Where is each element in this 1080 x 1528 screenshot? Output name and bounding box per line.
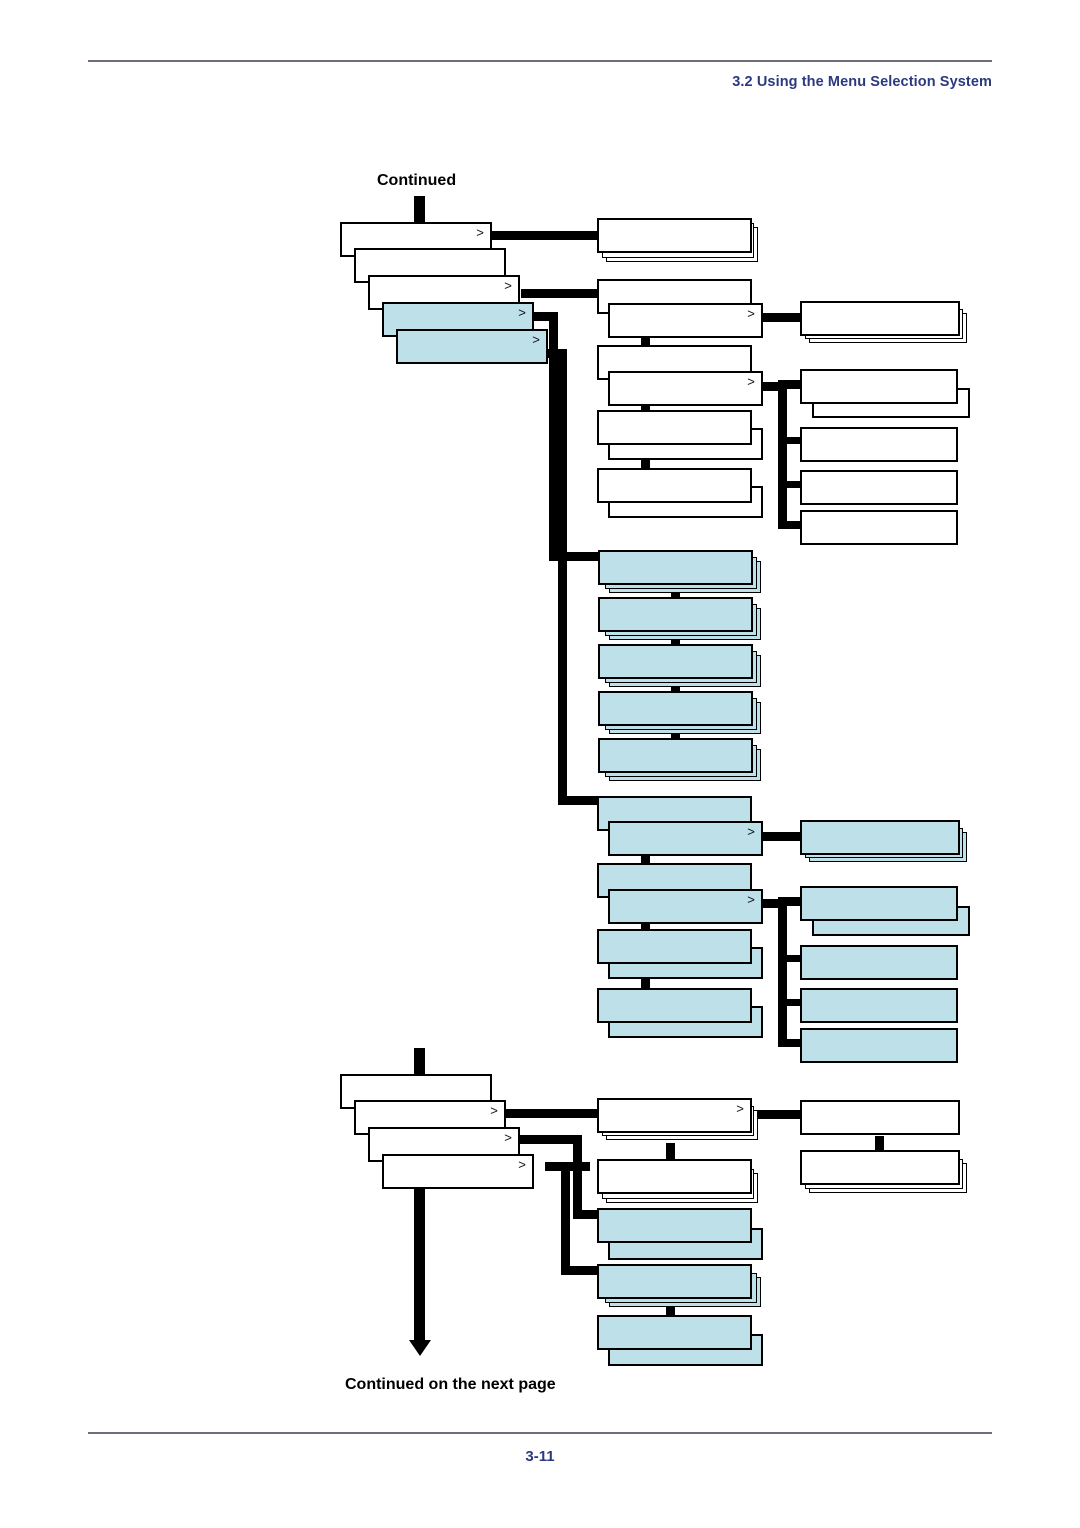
- menu-box-opt-statuspage-on[interactable]: >Opt. StatusPage On: [597, 988, 752, 1023]
- submenu-arrow-icon: >: [490, 1104, 498, 1119]
- menu-box-opt-gateway[interactable]: >>Gateway 000.000.000.000: [800, 1028, 958, 1063]
- connector-emu-v1: [666, 1143, 675, 1160]
- submenu-arrow-icon: >: [518, 306, 526, 321]
- connector-kpdl-v: [573, 1135, 582, 1218]
- menu-box-print-kpdl-errs-off-1[interactable]: >Print KPDL errs Off: [597, 1208, 752, 1243]
- connector-opt-dhcp: [778, 897, 802, 906]
- header-section-title: 3.2 Using the Menu Selection System: [732, 74, 992, 90]
- menu-box-kcgl-pen-adjust[interactable]: >KC-GL Pen Adjust Pen (1) >: [597, 1098, 752, 1133]
- menu-box-baud-rate[interactable]: >Baud Rate 9600: [598, 550, 753, 585]
- submenu-arrow-icon: >: [747, 893, 755, 908]
- submenu-arrow-icon: >: [747, 307, 755, 322]
- menu-box-parallel-if[interactable]: >Parallel I/F Nibble (high): [597, 218, 752, 253]
- menu-box-opt-ip-address[interactable]: >>IP Address 000.000.000.000: [800, 945, 958, 980]
- connector-pen: [757, 1110, 804, 1119]
- menu-box-data-bits[interactable]: >Data Bits 8: [598, 597, 753, 632]
- menu-box-alt-emulation[interactable]: >Alt. Emulation PCL 6: [597, 1264, 752, 1299]
- menu-box-gateway[interactable]: >>Gateway 000.000.000.000: [800, 510, 958, 545]
- connector-opt-gateway: [778, 1039, 802, 1047]
- connector-netware-frame: [760, 313, 800, 322]
- menu-box-opt-dhcp-off[interactable]: >>DHCP Off: [800, 886, 958, 921]
- manual-page: 3.2 Using the Menu Selection System 3-11…: [0, 0, 1080, 1528]
- continued-label: Continued: [377, 172, 457, 189]
- menu-box-ip-address[interactable]: >>IP Address 000.000.000.000: [800, 427, 958, 462]
- connector-option-h2: [558, 796, 598, 805]
- menu-box-opt-tcpip-on[interactable]: >TCP/IP On >: [608, 889, 763, 924]
- menu-box-kcgl-page-set[interactable]: >KC-GL Page Set [SPSZ]: [597, 1159, 752, 1194]
- menu-box-netware-frame[interactable]: >>NetWare Frame Auto: [800, 301, 960, 336]
- connector-kpdlauto-v: [561, 1162, 570, 1273]
- submenu-arrow-icon: >: [747, 375, 755, 390]
- submenu-arrow-icon: >: [747, 825, 755, 840]
- connector-opt-tcp-bus: [778, 899, 787, 1043]
- connector-serial-h2: [549, 552, 598, 561]
- connector-gateway: [778, 521, 802, 529]
- connector-bottom-v: [414, 1180, 425, 1345]
- menu-box-pen1-color[interactable]: >>Pen(1) Color Black: [800, 1150, 960, 1185]
- menu-box-subnet-mask[interactable]: >>Subnet Mask 000.000.000.000: [800, 470, 958, 505]
- menu-box-dhcp-off[interactable]: >>DHCP Off: [800, 369, 958, 404]
- menu-box-netware-on[interactable]: >NetWare On >: [608, 303, 763, 338]
- connector-dhcp: [778, 380, 802, 389]
- connector-opt-subnet: [778, 999, 802, 1006]
- connector-ip: [778, 437, 802, 444]
- menu-box-parity[interactable]: >Parity None: [598, 691, 753, 726]
- connector-opt-ip: [778, 955, 802, 962]
- connector-parallel: [492, 231, 598, 240]
- menu-box-protocol[interactable]: >Protocol DTR (pos.)&XON: [598, 738, 753, 773]
- submenu-arrow-icon: >: [504, 279, 512, 294]
- connector-kcgl: [492, 1109, 598, 1118]
- connector-opt-netware-frame: [760, 832, 800, 841]
- menu-box-tcpip-on[interactable]: >TCP/IP On >: [608, 371, 763, 406]
- menu-box-emulation-kpdl-auto[interactable]: Emulation KPDL (AUTO) >: [382, 1154, 534, 1189]
- submenu-arrow-icon: >: [518, 1158, 526, 1173]
- submenu-arrow-icon: >: [532, 333, 540, 348]
- connector-option-v: [558, 349, 567, 804]
- menu-box-network-status-page-off[interactable]: >Network Status Page Off: [597, 468, 752, 503]
- connector-kpdlauto-h2: [561, 1266, 598, 1275]
- menu-box-interface-option[interactable]: Interface Option >: [396, 329, 548, 364]
- connector-emulation-in: [414, 1048, 425, 1074]
- page-number: 3-11: [525, 1448, 555, 1465]
- submenu-arrow-icon: >: [504, 1131, 512, 1146]
- menu-box-ethertalk-off[interactable]: >EtherTalk Off: [597, 410, 752, 445]
- menu-box-opt-subnet-mask[interactable]: >>Subnet Mask 000.000.000.000: [800, 988, 958, 1023]
- connector-kpdl-h2: [573, 1210, 598, 1219]
- continued-next-page-label: Continued on the next page: [345, 1376, 556, 1393]
- menu-box-opt-netware-frame[interactable]: >>NetWare Frame Auto: [800, 820, 960, 855]
- connector-tcp-bus: [778, 382, 787, 525]
- submenu-arrow-icon: >: [476, 226, 484, 241]
- menu-box-pen1-width[interactable]: >>Pen(1) Width 01 dot(s): [800, 1100, 960, 1135]
- footer-rule: [88, 1432, 992, 1434]
- connector-subnet: [778, 481, 802, 488]
- header-rule: [88, 60, 992, 62]
- connector-top-in: [414, 196, 425, 222]
- arrow-down-icon: [409, 1340, 431, 1356]
- menu-box-stop-bits[interactable]: >Stop Bits 1: [598, 644, 753, 679]
- menu-box-opt-netware-on[interactable]: >NetWare On >: [608, 821, 763, 856]
- connector-network: [521, 289, 598, 298]
- menu-box-opt-ethertalk-off[interactable]: >EtherTalk Off: [597, 929, 752, 964]
- menu-box-print-kpdl-errs-off-2[interactable]: >Print KPDL errs Off: [597, 1315, 752, 1350]
- submenu-arrow-icon: >: [736, 1102, 744, 1117]
